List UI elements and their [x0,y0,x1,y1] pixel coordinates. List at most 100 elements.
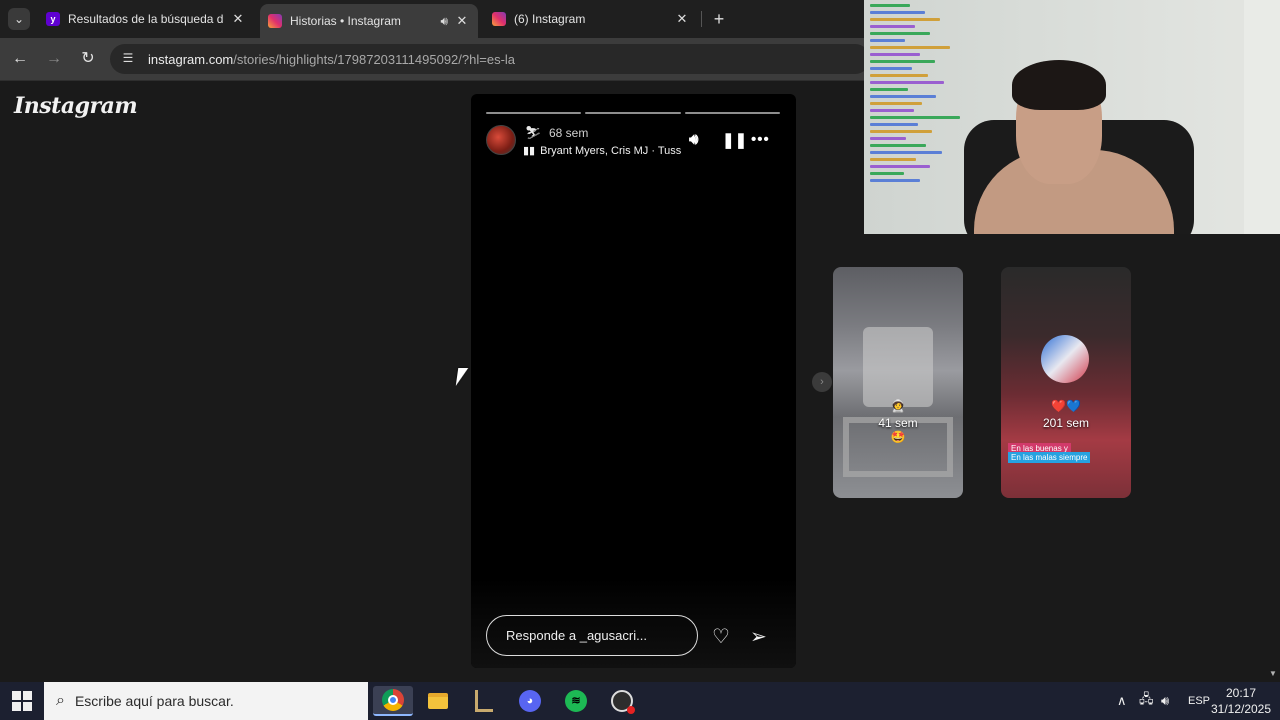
scrollbar[interactable] [1266,234,1280,682]
close-icon[interactable]: ✕ [674,11,690,27]
chat-message [870,81,944,84]
clock[interactable]: 20:17 31/12/2025 [1206,685,1276,717]
tab-title: Resultados de la búsqueda de in [68,12,224,26]
chrome-app[interactable] [373,686,413,716]
chat-message [870,18,940,21]
tab-divider [701,11,702,27]
send-icon[interactable]: ➢ [750,624,767,649]
close-icon[interactable]: ✕ [230,11,246,27]
close-icon[interactable]: ✕ [454,13,470,29]
emoji-icon: 🧑‍🚀 [890,399,906,413]
progress-segment [486,112,582,114]
url-path: /stories/highlights/17987203111495092/?h… [233,51,516,67]
thumbnail-image [1041,335,1089,383]
streamer-hair [1012,60,1106,110]
chevron-down-icon: ⌄ [13,12,25,26]
thumbnail-image [863,327,933,407]
story-thumbnail[interactable]: ❤️💙 201 sem En las buenas y En las malas… [1001,267,1131,498]
plus-icon: + [713,9,725,29]
hearts-icon: ❤️💙 [1051,399,1081,413]
chat-message [870,25,915,28]
windows-start-icon[interactable] [12,691,32,711]
search-placeholder: Escribe aquí para buscar. [74,693,234,709]
chat-message [870,60,935,63]
arrow-right-icon: → [46,50,62,67]
avatar[interactable] [486,125,516,155]
chat-message [870,53,920,56]
forward-button[interactable]: → [43,48,65,70]
speaker-icon[interactable]: 🔊︎ [440,14,448,29]
story-music[interactable]: ▮▮ Bryant Myers, Cris MJ · Tuss [523,144,682,158]
spotify-app[interactable]: ≋ [556,686,596,716]
chat-message [870,123,918,126]
taskbar-search[interactable]: ⌕ Escribe aquí para buscar. [44,682,368,720]
story-time: 68 sem [549,126,589,140]
chevron-right-icon[interactable]: › [812,372,832,392]
music-label: Bryant Myers, Cris MJ · Tuss [540,144,682,157]
reload-button[interactable]: ↻ [77,48,99,70]
clock-date: 31/12/2025 [1210,702,1272,716]
highlight-icon: ⛷︎ [525,125,542,140]
obs-icon [611,690,635,714]
story-progress [486,112,780,114]
tab-bar: ⌄ y Resultados de la búsqueda de in ✕ Hi… [0,0,864,38]
progress-segment [585,112,681,114]
tab-search-button[interactable]: ⌄ [8,8,30,30]
chat-message [870,102,922,105]
chat-message [870,158,916,161]
emoji-icon: 🤩 [890,430,906,444]
wall [1244,0,1280,234]
pause-icon[interactable]: ❚❚ [722,131,747,149]
webcam-overlay [864,0,1280,234]
instagram-icon [492,12,506,26]
chat-message [870,4,910,7]
chat-message [870,46,950,49]
volume-icon[interactable]: 🔊︎ [689,131,698,148]
chat-message [870,151,942,154]
spotify-icon: ≋ [565,690,587,712]
file-explorer-app[interactable] [418,686,458,716]
chat-message [870,32,930,35]
scroll-down-icon[interactable]: ▼ [1269,669,1277,678]
site-settings-icon[interactable]: ☰ [120,51,136,67]
thumbnail-sticker: En las malas siempre [1008,452,1091,463]
chat-message [870,165,930,168]
chrome-icon [382,689,404,711]
browser-toolbar: ← → ↻ ☰ instagram.com/stories/highlights… [0,38,870,80]
chat-message [870,39,905,42]
league-of-legends-icon [475,690,493,712]
thumbnail-time: 201 sem [1042,416,1090,430]
chat-message [870,109,914,112]
chat-message [870,95,936,98]
tab-instagram[interactable]: (6) Instagram ✕ [484,4,698,34]
back-button[interactable]: ← [9,48,31,70]
story-viewer[interactable]: ⛷︎ 68 sem ▮▮ Bryant Myers, Cris MJ · Tus… [471,94,796,668]
address-bar[interactable]: ☰ instagram.com/stories/highlights/17987… [110,44,870,74]
more-options-icon[interactable]: ••• [751,131,770,148]
reply-input[interactable]: Responde a _agusacri... [486,615,698,656]
tab-yahoo[interactable]: y Resultados de la búsqueda de in ✕ [38,4,254,34]
league-app[interactable] [464,686,504,716]
heart-icon[interactable]: ♡ [712,624,730,649]
volume-icon[interactable]: 🔊︎ [1161,682,1169,720]
tray-overflow-icon[interactable]: ∧ [1117,682,1127,720]
yahoo-icon: y [46,12,60,26]
new-tab-button[interactable]: + [708,8,730,30]
search-icon: ⌕ [56,692,65,709]
chat-message [870,88,908,91]
chat-message [870,172,904,175]
thumbnail-time: 41 sem [878,416,918,430]
chat-message [870,137,906,140]
story-thumbnail[interactable]: 🧑‍🚀 41 sem 🤩 [833,267,963,498]
tab-historias[interactable]: Historias • Instagram 🔊︎ ✕ [260,4,478,38]
instagram-icon [268,14,282,28]
instagram-logo[interactable]: Instagram [14,93,138,119]
chat-message [870,74,928,77]
chat-message [870,130,932,133]
taskbar: ⌕ Escribe aquí para buscar. ◕ ≋ ∧ 🖧︎ 🔊︎ … [0,682,1280,720]
discord-icon: ◕ [519,690,541,712]
discord-app[interactable]: ◕ [510,686,550,716]
obs-app[interactable] [602,686,642,716]
network-icon[interactable]: 🖧︎ [1139,682,1154,720]
clock-time: 20:17 [1225,686,1257,700]
